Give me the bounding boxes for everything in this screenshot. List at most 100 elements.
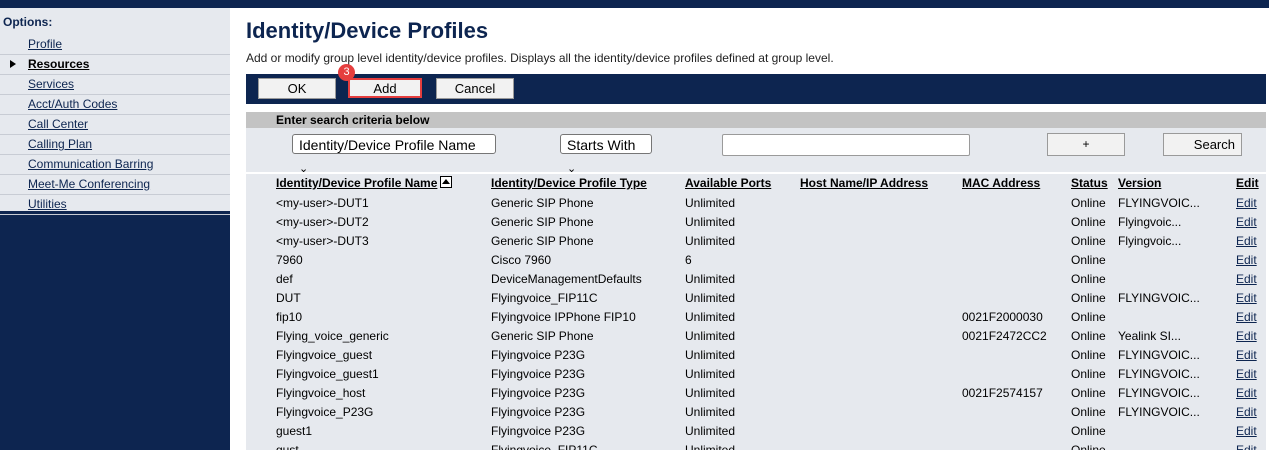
edit-link[interactable]: Edit (1236, 329, 1257, 343)
sidebar-item-utilities[interactable]: Utilities (0, 195, 230, 215)
table-row: Flyingvoice_guest Flyingvoice P23G Unlimit… (246, 345, 1266, 364)
cell-ports: Unlimited (685, 272, 736, 286)
cell-status: Online (1071, 253, 1106, 267)
edit-link[interactable]: Edit (1236, 253, 1257, 267)
edit-link[interactable]: Edit (1236, 272, 1257, 286)
cell-type: Flyingvoice P23G (491, 348, 586, 362)
cell-type: DeviceManagementDefaults (491, 272, 642, 286)
edit-link[interactable]: Edit (1236, 405, 1257, 419)
edit-link[interactable]: Edit (1236, 196, 1257, 210)
cell-type: Cisco 7960 (491, 253, 552, 267)
sidebar-item-label[interactable]: Utilities (28, 197, 67, 211)
button-bar: OK Add Cancel (246, 74, 1266, 104)
edit-link[interactable]: Edit (1236, 443, 1257, 450)
cell-name: 7960 (276, 253, 303, 267)
profiles-table: Identity/Device Profile Name Identity/De… (246, 174, 1266, 450)
cell-version: FLYINGVOIC... (1118, 367, 1200, 381)
add-button[interactable]: Add (348, 78, 422, 98)
cell-ports: Unlimited (685, 291, 736, 305)
cancel-button[interactable]: Cancel (436, 78, 514, 99)
column-header-host[interactable]: Host Name/IP Address (800, 176, 928, 190)
cell-type: Flyingvoice_FIP11C (491, 291, 598, 305)
sidebar-item-acct-auth-codes[interactable]: Acct/Auth Codes (0, 95, 230, 115)
cell-status: Online (1071, 405, 1106, 419)
sidebar-item-label[interactable]: Acct/Auth Codes (28, 97, 117, 111)
sidebar-item-resources[interactable]: Resources (0, 55, 230, 75)
column-header-status[interactable]: Status (1071, 176, 1108, 190)
edit-link[interactable]: Edit (1236, 386, 1257, 400)
cell-version: FLYINGVOIC... (1118, 405, 1200, 419)
column-header-type[interactable]: Identity/Device Profile Type (491, 176, 647, 190)
cell-type: Generic SIP Phone (491, 234, 594, 248)
edit-link[interactable]: Edit (1236, 291, 1257, 305)
table-row: Flyingvoice_guest1 Flyingvoice P23G Unlimi… (246, 364, 1266, 383)
cell-type: Generic SIP Phone (491, 329, 594, 343)
cell-type: Flyingvoice P23G (491, 386, 586, 400)
cell-mac: 0021F2472CC2 (962, 329, 1047, 343)
edit-link[interactable]: Edit (1236, 348, 1257, 362)
search-field-value: Identity/Device Profile Name (299, 137, 476, 153)
cell-name: gust (276, 443, 299, 450)
column-header-mac[interactable]: MAC Address (962, 176, 1040, 190)
step-badge: 3 (338, 64, 355, 81)
table-row: fip10 Flyingvoice IPPhone FIP10 Unlimited 0… (246, 307, 1266, 326)
sidebar-item-label[interactable]: Calling Plan (28, 137, 92, 151)
cell-status: Online (1071, 443, 1106, 450)
search-button[interactable]: Search (1163, 133, 1242, 156)
cell-version: FLYINGVOIC... (1118, 386, 1200, 400)
table-row: Flyingvoice_P23G Flyingvoice P23G Unlimite… (246, 402, 1266, 421)
sidebar-item-label[interactable]: Meet-Me Conferencing (28, 177, 150, 191)
cell-ports: Unlimited (685, 234, 736, 248)
sidebar-item-meet-me-conferencing[interactable]: Meet-Me Conferencing (0, 175, 230, 195)
cell-status: Online (1071, 329, 1106, 343)
edit-link[interactable]: Edit (1236, 215, 1257, 229)
cell-name: <my-user>-DUT2 (276, 215, 369, 229)
edit-link[interactable]: Edit (1236, 367, 1257, 381)
page-title: Identity/Device Profiles (246, 18, 489, 43)
cell-name: Flyingvoice_host (276, 386, 366, 400)
sidebar-item-communication-barring[interactable]: Communication Barring (0, 155, 230, 175)
search-mode-value: Starts With (567, 137, 636, 153)
cell-ports: Unlimited (685, 405, 736, 419)
cell-name: guest1 (276, 424, 313, 438)
sidebar-item-label[interactable]: Call Center (28, 117, 88, 131)
edit-link[interactable]: Edit (1236, 424, 1257, 438)
search-field-select[interactable]: Identity/Device Profile Name ⌄ (292, 134, 496, 175)
column-header-version[interactable]: Version (1118, 176, 1161, 190)
cell-ports: Unlimited (685, 196, 736, 210)
sidebar-item-label[interactable]: Profile (28, 37, 62, 51)
cell-version: FLYINGVOIC... (1118, 348, 1200, 362)
cell-type: Generic SIP Phone (491, 196, 594, 210)
table-row: DUT Flyingvoice_FIP11C Unlimited Online FLYI… (246, 288, 1266, 307)
table-row: guest1 Flyingvoice P23G Unlimited Online Edi… (246, 421, 1266, 440)
search-mode-select[interactable]: Starts With ⌄ (560, 134, 652, 175)
cell-name: def (276, 272, 293, 286)
cell-ports: Unlimited (685, 443, 736, 450)
ok-button[interactable]: OK (258, 78, 336, 99)
search-criteria-row: Identity/Device Profile Name ⌄ Starts Wi… (246, 128, 1266, 175)
sort-ascending-icon[interactable] (440, 176, 453, 188)
search-criteria-header: Enter search criteria below (246, 112, 1266, 128)
sidebar-item-label[interactable]: Communication Barring (28, 157, 153, 171)
cell-status: Online (1071, 310, 1106, 324)
current-arrow-icon (10, 60, 16, 68)
cell-ports: Unlimited (685, 367, 736, 381)
add-criteria-button[interactable]: + (1047, 133, 1125, 156)
cell-name: <my-user>-DUT1 (276, 196, 369, 210)
cell-status: Online (1071, 272, 1106, 286)
cell-ports: Unlimited (685, 310, 736, 324)
sidebar-item-calling-plan[interactable]: Calling Plan (0, 135, 230, 155)
column-header-ports[interactable]: Available Ports (685, 176, 771, 190)
sidebar-item-profile[interactable]: Profile (0, 35, 230, 55)
edit-link[interactable]: Edit (1236, 234, 1257, 248)
search-input[interactable] (722, 134, 970, 156)
column-header-edit: Edit (1236, 176, 1259, 190)
sidebar-item-label[interactable]: Resources (28, 57, 89, 71)
edit-link[interactable]: Edit (1236, 310, 1257, 324)
sidebar-item-services[interactable]: Services (0, 75, 230, 95)
cell-ports: 6 (685, 253, 692, 267)
table-row: <my-user>-DUT1 Generic SIP Phone Unlimited… (246, 193, 1266, 212)
sidebar-item-call-center[interactable]: Call Center (0, 115, 230, 135)
column-header-name[interactable]: Identity/Device Profile Name (276, 176, 453, 190)
sidebar-item-label[interactable]: Services (28, 77, 74, 91)
